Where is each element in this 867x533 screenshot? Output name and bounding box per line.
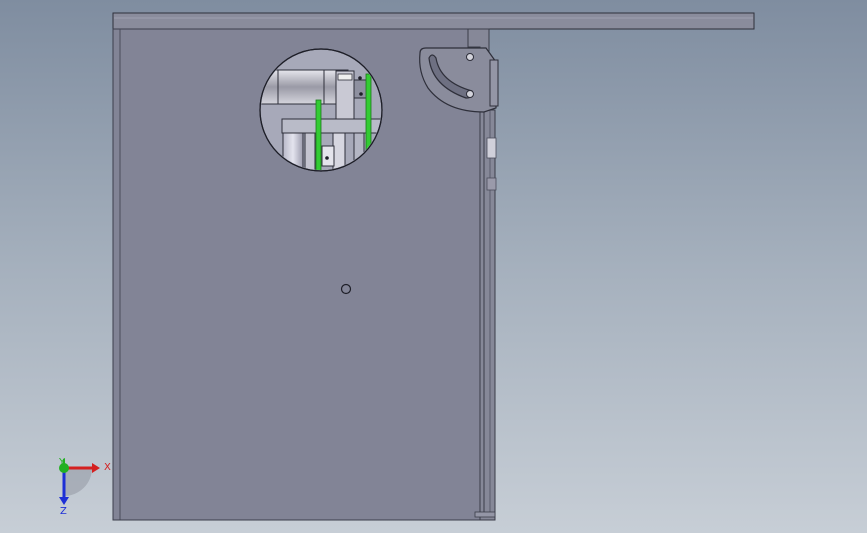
z-axis-label: Z	[60, 506, 67, 517]
x-axis-label: X	[104, 462, 111, 473]
coordinate-triad: X Y Z	[58, 457, 111, 517]
top-plate[interactable]	[112, 12, 755, 30]
green-chain	[315, 99, 322, 170]
y-axis-label: Y	[58, 457, 66, 468]
bracket-bolt-hole	[466, 90, 474, 98]
cad-viewport[interactable]: X Y Z	[0, 0, 867, 533]
green-chain	[365, 73, 372, 155]
model-canvas[interactable]: X Y Z	[0, 0, 867, 533]
bracket-bolt-hole	[466, 53, 474, 61]
